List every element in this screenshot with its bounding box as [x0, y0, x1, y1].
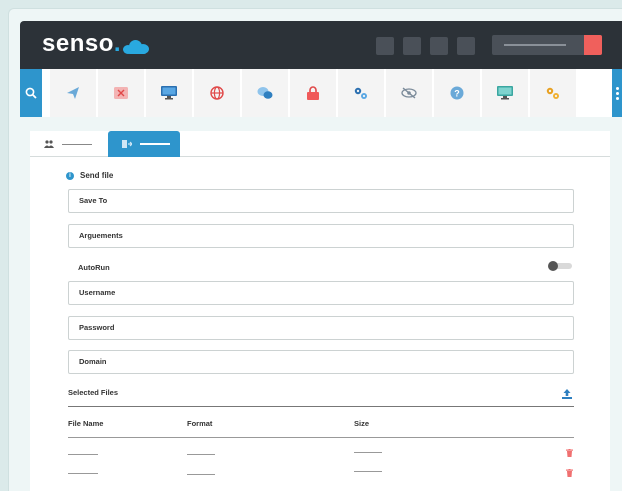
- trash-icon[interactable]: [566, 449, 573, 457]
- topbar-button-2[interactable]: [403, 37, 421, 55]
- upload-button[interactable]: [562, 386, 572, 399]
- gears-orange-icon: [546, 87, 559, 99]
- top-bar: senso.: [20, 21, 622, 69]
- mute-tool-button[interactable]: [386, 69, 432, 117]
- section-title: i Send file: [66, 171, 113, 180]
- logo-dot: .: [113, 30, 122, 57]
- tab-send-file-label: [140, 143, 170, 145]
- section-title-text: Send file: [80, 171, 114, 180]
- close-process-tool-button[interactable]: [98, 69, 144, 117]
- panel-tabs: [30, 131, 610, 157]
- browser-tool-button[interactable]: [194, 69, 240, 117]
- screen-tool-button[interactable]: [482, 69, 528, 117]
- globe-icon: [210, 86, 224, 100]
- column-file-name: File Name: [68, 419, 104, 428]
- help-tool-button[interactable]: ?: [434, 69, 480, 117]
- tab-users[interactable]: [30, 131, 106, 157]
- search-input-placeholder[interactable]: [504, 44, 566, 46]
- topbar-button-1[interactable]: [376, 37, 394, 55]
- eye-off-icon: [401, 87, 417, 99]
- column-format: Format: [187, 419, 213, 428]
- monitor-icon: [161, 86, 177, 100]
- display-icon: [497, 86, 513, 100]
- topbar-button-3[interactable]: [430, 37, 448, 55]
- column-size: Size: [354, 419, 370, 428]
- search-tool-button[interactable]: [20, 69, 42, 117]
- autorun-label: AutoRun: [78, 263, 110, 272]
- services-tool-button[interactable]: [338, 69, 384, 117]
- logo: senso.: [42, 30, 150, 58]
- domain-input[interactable]: Domain: [68, 350, 574, 374]
- close-box-icon: [114, 87, 128, 99]
- lock-icon: [307, 86, 319, 100]
- trash-icon[interactable]: [566, 469, 573, 477]
- global-search[interactable]: [492, 35, 602, 55]
- svg-text:?: ?: [454, 89, 460, 99]
- username-input[interactable]: Username: [68, 281, 574, 305]
- kebab-dot: [615, 96, 619, 100]
- cloud-icon: [123, 40, 150, 54]
- kebab-dot: [615, 91, 619, 95]
- help-icon: ?: [450, 86, 464, 100]
- info-icon: i: [66, 171, 74, 180]
- send-file-panel: i Send file Save To Arguements AutoRun U…: [30, 131, 610, 491]
- app: senso. ? i Send file Save To Arguements …: [20, 21, 622, 491]
- settings-tool-button[interactable]: [530, 69, 576, 117]
- chat-bubbles-icon: [257, 87, 273, 99]
- upload-icon: [562, 389, 572, 399]
- row-1-file-name: [68, 454, 98, 455]
- row-1-size: [354, 452, 382, 453]
- autorun-toggle[interactable]: [548, 261, 572, 271]
- tab-users-label: [62, 143, 92, 145]
- topbar-button-4[interactable]: [457, 37, 475, 55]
- paper-plane-icon: [67, 87, 79, 99]
- row-2-format: [187, 474, 215, 475]
- search-icon: [25, 87, 37, 99]
- password-input[interactable]: Password: [68, 316, 574, 340]
- send-file-icon: [122, 140, 132, 148]
- remote-desktop-tool-button[interactable]: [146, 69, 192, 117]
- row-2-size: [354, 471, 382, 472]
- search-submit-button[interactable]: [584, 35, 602, 55]
- tab-send-file[interactable]: [108, 131, 180, 157]
- gears-icon: [354, 87, 367, 99]
- row-1-format: [187, 454, 215, 455]
- users-icon: [44, 140, 54, 148]
- row-2-file-name: [68, 473, 98, 474]
- toggle-knob: [548, 261, 558, 271]
- send-tool-button[interactable]: [50, 69, 96, 117]
- kebab-dot: [615, 86, 619, 90]
- more-tools-button[interactable]: [612, 69, 622, 117]
- header-divider: [68, 437, 574, 438]
- files-divider: [68, 406, 574, 407]
- chat-tool-button[interactable]: [242, 69, 288, 117]
- lock-tool-button[interactable]: [290, 69, 336, 117]
- icon-toolbar: ?: [20, 69, 622, 117]
- logo-text: senso: [42, 30, 114, 57]
- selected-files-title: Selected Files: [68, 388, 119, 397]
- save-to-input[interactable]: Save To: [68, 189, 574, 213]
- arguments-input[interactable]: Arguements: [68, 224, 574, 248]
